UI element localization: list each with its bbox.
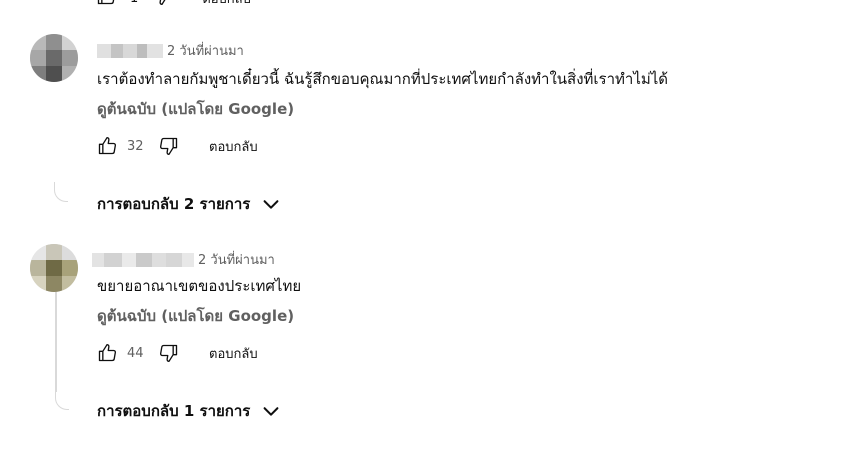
thumb-up-icon[interactable] [96, 0, 116, 10]
comment-header: 2 วันที่ผ่านมา [92, 249, 275, 270]
view-replies-button[interactable]: การตอบกลับ 1 รายการ [97, 399, 282, 423]
author-name-blurred[interactable] [97, 43, 163, 58]
comment-actions: 32 ตอบกลับ [95, 134, 258, 158]
thumb-down-icon[interactable] [157, 134, 181, 158]
like-count: 32 [127, 138, 144, 154]
show-original-link[interactable]: ดูต้นฉบับ (แปลโดย Google) [97, 305, 294, 327]
comment-header: 2 วันที่ผ่านมา [97, 40, 244, 61]
thread-line [55, 292, 57, 392]
replies-count-label: การตอบกลับ 2 รายการ [97, 195, 251, 213]
comment-text: เราต้องทำลายกัมพูชาเดี๋ยวนี้ ฉันรู้สึกขอ… [97, 70, 669, 88]
reply-button[interactable]: ตอบกลับ [202, 0, 251, 9]
avatar[interactable] [30, 34, 78, 82]
comment-timestamp[interactable]: 2 วันที่ผ่านมา [198, 249, 275, 270]
comment-timestamp[interactable]: 2 วันที่ผ่านมา [167, 40, 244, 61]
thumb-up-icon[interactable] [95, 341, 119, 365]
thread-connector [54, 182, 68, 202]
previous-comment-actions: 1 ตอบกลับ [96, 0, 251, 8]
show-original-link[interactable]: ดูต้นฉบับ (แปลโดย Google) [97, 98, 294, 120]
like-count: 1 [130, 0, 138, 6]
avatar[interactable] [30, 244, 78, 292]
comment-actions: 44 ตอบกลับ [95, 341, 258, 365]
reply-button[interactable]: ตอบกลับ [209, 343, 258, 364]
thumb-down-icon[interactable] [157, 341, 181, 365]
chevron-down-icon [263, 200, 279, 209]
author-name-blurred[interactable] [92, 252, 194, 267]
thread-connector [55, 390, 69, 410]
thumb-down-icon[interactable] [152, 0, 172, 10]
view-replies-button[interactable]: การตอบกลับ 2 รายการ [97, 192, 282, 216]
chevron-down-icon [263, 407, 279, 416]
comment-text: ขยายอาณาเขตของประเทศไทย [97, 277, 302, 295]
replies-count-label: การตอบกลับ 1 รายการ [97, 402, 251, 420]
reply-button[interactable]: ตอบกลับ [209, 136, 258, 157]
like-count: 44 [127, 345, 144, 361]
thumb-up-icon[interactable] [95, 134, 119, 158]
